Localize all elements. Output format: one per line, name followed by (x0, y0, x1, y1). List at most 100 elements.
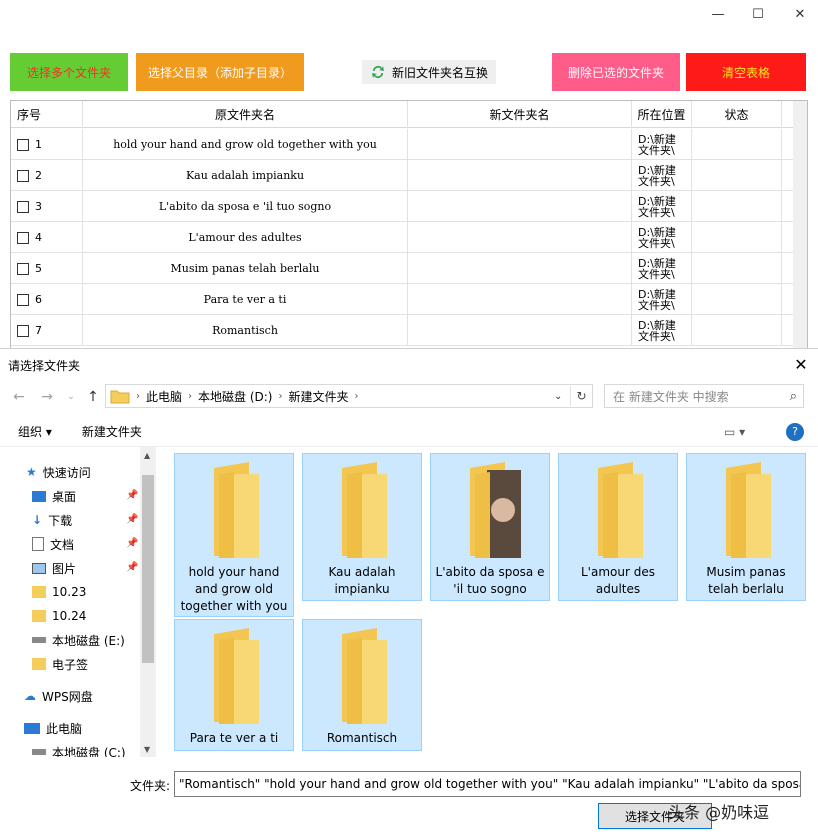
nav-scroll-thumb[interactable] (142, 475, 154, 663)
navigation-pane: ★ 快速访问 桌面 📌 ↓ 下载 📌 文档 📌 图片 📌 10.23 10.24 本… (0, 447, 156, 757)
command-bar: 组织 ▾ 新建文件夹 ▭ ▾ ? (0, 417, 818, 447)
organize-menu[interactable]: 组织 ▾ (18, 423, 52, 440)
folder-tile[interactable]: Kau adalah impianku (302, 453, 422, 601)
nav-drive-e[interactable]: 本地磁盘 (E:) (32, 629, 125, 651)
header-seq[interactable]: 序号 (11, 101, 83, 128)
table-row[interactable]: 6 Para te ver a ti D:\新建 文件夹\ (11, 284, 807, 315)
header-status[interactable]: 状态 (692, 101, 782, 128)
row-original-name: Romantisch (83, 315, 408, 346)
nav-downloads[interactable]: ↓ 下载 (32, 509, 72, 531)
folder-with-photo-icon (470, 462, 521, 558)
header-location[interactable]: 所在位置 (632, 101, 692, 128)
row-new-name[interactable] (408, 284, 632, 315)
row-status (692, 315, 782, 346)
folder-label: Musim panas telah berlalu (706, 565, 786, 596)
nav-scrollbar[interactable]: ▲ ▼ (140, 447, 156, 757)
nav-esign[interactable]: 电子签 (32, 653, 88, 675)
select-parent-directory-button[interactable]: 选择父目录（添加子目录） (136, 53, 304, 91)
up-arrow-icon[interactable]: ↑ (82, 386, 104, 408)
nav-drive-c[interactable]: 本地磁盘 (C:) (32, 741, 126, 757)
scroll-down-icon[interactable]: ▼ (144, 745, 150, 754)
view-options-icon[interactable]: ▭ ▾ (724, 425, 745, 439)
header-original-name[interactable]: 原文件夹名 (83, 101, 408, 128)
search-input[interactable]: 在 新建文件夹 中搜索 ⌕ (604, 384, 804, 408)
table-row[interactable]: 5 Musim panas telah berlalu D:\新建 文件夹\ (11, 253, 807, 284)
pin-icon[interactable]: 📌 (126, 562, 138, 573)
table-row[interactable]: 4 L'amour des adultes D:\新建 文件夹\ (11, 222, 807, 253)
row-original-name: L'amour des adultes (83, 222, 408, 253)
back-arrow-icon[interactable]: ← (8, 386, 30, 408)
address-bar[interactable]: › 此电脑 › 本地磁盘 (D:) › 新建文件夹 › ⌄ ↻ (105, 384, 593, 408)
breadcrumb-this-pc[interactable]: 此电脑 (140, 388, 188, 405)
row-checkbox[interactable] (17, 138, 29, 151)
refresh-icon[interactable]: ↻ (570, 386, 592, 406)
table-scrollbar[interactable] (793, 101, 807, 349)
new-folder-button[interactable]: 新建文件夹 (82, 423, 142, 440)
folder-icon (214, 462, 259, 558)
folder-tile[interactable]: Romantisch (302, 619, 422, 751)
minimize-button[interactable]: — (698, 2, 738, 26)
clear-table-button[interactable]: 清空表格 (686, 53, 806, 91)
table-row[interactable]: 2 Kau adalah impianku D:\新建 文件夹\ (11, 160, 807, 191)
recent-dropdown-icon[interactable]: ⌄ (60, 386, 82, 408)
folder-name-input[interactable]: "Romantisch" "hold your hand and grow ol… (174, 771, 801, 797)
scroll-up-icon[interactable]: ▲ (144, 451, 150, 460)
folder-tile[interactable]: Musim panas telah berlalu (686, 453, 806, 601)
table-row[interactable]: 7 Romantisch D:\新建 文件夹\ (11, 315, 807, 346)
row-location: D:\新建 文件夹\ (632, 284, 692, 315)
nav-folder-1023[interactable]: 10.23 (32, 581, 86, 603)
table-row[interactable]: 3 L'abito da sposa e 'il tuo sogno D:\新建… (11, 191, 807, 222)
row-checkbox[interactable] (17, 262, 29, 275)
forward-arrow-icon[interactable]: → (36, 386, 58, 408)
row-number: 7 (35, 324, 42, 337)
nav-this-pc[interactable]: 此电脑 (24, 717, 82, 739)
row-checkbox[interactable] (17, 200, 29, 213)
close-button[interactable]: ✕ (780, 2, 818, 26)
row-new-name[interactable] (408, 222, 632, 253)
select-multiple-folders-button[interactable]: 选择多个文件夹 (10, 53, 128, 91)
row-status (692, 284, 782, 315)
nav-pictures[interactable]: 图片 (32, 557, 76, 579)
folder-tile[interactable]: L'amour des adultes (558, 453, 678, 601)
table-row[interactable]: 1 hold your hand and grow old together w… (11, 129, 807, 160)
row-checkbox[interactable] (17, 293, 29, 306)
folder-tile[interactable]: Para te ver a ti (174, 619, 294, 751)
delete-selected-button[interactable]: 删除已选的文件夹 (552, 53, 680, 91)
swap-label: 新旧文件夹名互换 (391, 65, 488, 80)
nav-documents[interactable]: 文档 (32, 533, 74, 555)
row-new-name[interactable] (408, 160, 632, 191)
row-original-name: hold your hand and grow old together wit… (83, 129, 408, 160)
row-new-name[interactable] (408, 129, 632, 160)
row-checkbox[interactable] (17, 324, 29, 337)
row-checkbox[interactable] (17, 169, 29, 182)
folder-label: L'amour des adultes (581, 565, 655, 596)
nav-wps-cloud[interactable]: ☁ WPS网盘 (24, 685, 93, 707)
nav-quick-access[interactable]: ★ 快速访问 (26, 461, 91, 483)
nav-folder-1024[interactable]: 10.24 (32, 605, 86, 627)
row-status (692, 191, 782, 222)
address-dropdown-icon[interactable]: ⌄ (554, 391, 562, 402)
header-new-name[interactable]: 新文件夹名 (408, 101, 632, 128)
row-new-name[interactable] (408, 253, 632, 284)
folder-tile[interactable]: hold your hand and grow old together wit… (174, 453, 294, 617)
pin-icon[interactable]: 📌 (126, 514, 138, 525)
row-status (692, 253, 782, 284)
row-original-name: Kau adalah impianku (83, 160, 408, 191)
breadcrumb-new-folder[interactable]: 新建文件夹 (282, 388, 354, 405)
dialog-close-icon[interactable]: ✕ (790, 353, 812, 375)
row-new-name[interactable] (408, 191, 632, 222)
row-new-name[interactable] (408, 315, 632, 346)
swap-names-button[interactable]: 新旧文件夹名互换 (362, 60, 496, 84)
folder-table: 序号 原文件夹名 新文件夹名 所在位置 状态 1 hold your hand … (10, 100, 808, 350)
help-icon[interactable]: ? (786, 422, 804, 441)
row-checkbox[interactable] (17, 231, 29, 244)
breadcrumb-drive-d[interactable]: 本地磁盘 (D:) (192, 388, 278, 405)
row-location: D:\新建 文件夹\ (632, 222, 692, 253)
pin-icon[interactable]: 📌 (126, 490, 138, 501)
folder-tile[interactable]: L'abito da sposa e 'il tuo sogno (430, 453, 550, 601)
pin-icon[interactable]: 📌 (126, 538, 138, 549)
nav-desktop[interactable]: 桌面 (32, 485, 76, 507)
cloud-icon: ☁ (24, 689, 36, 703)
maximize-button[interactable]: ☐ (738, 2, 778, 26)
watermark: 头条 @奶味逗 (668, 803, 770, 822)
